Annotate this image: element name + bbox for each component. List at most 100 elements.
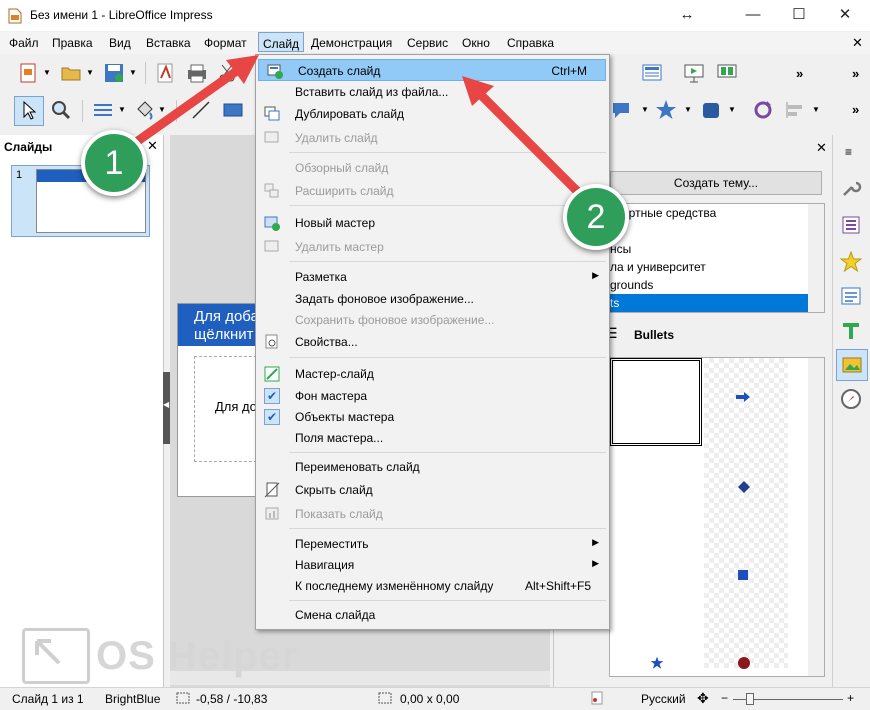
dropdown-arrow-icon[interactable]: ▼ — [641, 105, 649, 114]
menu-item-save-background-image[interactable]: Сохранить фоновое изображение... — [256, 309, 609, 331]
rotate-icon[interactable] — [752, 99, 774, 121]
cut-icon[interactable] — [216, 62, 238, 84]
menu-item-rename-slide[interactable]: Переименовать слайд — [256, 456, 609, 478]
gallery-item-selected[interactable] — [610, 358, 702, 446]
dropdown-arrow-icon[interactable]: ▼ — [86, 68, 94, 77]
window-resize-button[interactable]: ↔ — [664, 0, 710, 31]
navigator-compass-icon[interactable] — [840, 388, 862, 410]
dropdown-arrow-icon[interactable]: ▼ — [728, 105, 736, 114]
zoom-pan-icon[interactable] — [50, 99, 72, 121]
more-tools-chevron-icon[interactable]: » — [852, 102, 859, 117]
status-language[interactable]: Русский — [641, 692, 686, 706]
star-bullet-icon[interactable] — [650, 656, 664, 670]
dropdown-arrow-icon[interactable]: ▼ — [43, 68, 51, 77]
close-panel-button[interactable]: ✕ — [147, 138, 158, 154]
dropdown-arrow-icon[interactable]: ▼ — [129, 68, 137, 77]
menu-slide[interactable]: Слайд — [258, 32, 305, 52]
align-objects-icon[interactable] — [784, 99, 806, 121]
menu-insert[interactable]: Вставка — [146, 36, 191, 50]
menu-view[interactable]: Вид — [109, 36, 131, 50]
theme-list[interactable]: ортные средства ы нсы ла и университет g… — [609, 203, 825, 313]
more-tools-chevron-icon[interactable]: » — [796, 66, 803, 81]
dropdown-arrow-icon[interactable]: ▼ — [812, 105, 820, 114]
menu-item-delete-slide[interactable]: Удалить слайд — [256, 127, 609, 149]
arrow-bullet-icon[interactable] — [736, 392, 750, 402]
menu-item-layout[interactable]: Разметка ▶ — [256, 266, 609, 288]
menu-item-navigation[interactable]: Навигация ▶ — [256, 554, 609, 576]
star-shape-icon[interactable] — [655, 99, 677, 121]
menu-item-new-slide[interactable]: Создать слайд Ctrl+M — [258, 59, 606, 81]
3d-object-icon[interactable] — [700, 99, 722, 121]
zoom-in-button[interactable]: + — [847, 691, 854, 705]
dropdown-arrow-icon[interactable]: ▼ — [684, 105, 692, 114]
select-tool-button[interactable] — [14, 96, 44, 126]
close-document-button[interactable]: ✕ — [852, 35, 863, 51]
theme-list-scrollbar[interactable] — [808, 204, 824, 312]
zoom-out-button[interactable]: − — [721, 691, 728, 705]
menu-item-insert-slide-from-file[interactable]: Вставить слайд из файла... — [256, 81, 609, 103]
print-icon[interactable] — [186, 62, 208, 84]
theme-item[interactable]: ортные средства — [622, 206, 716, 220]
maximize-button[interactable]: ☐ — [776, 0, 822, 31]
menu-item-master-fields[interactable]: Поля мастера... — [256, 427, 609, 449]
zoom-slider-thumb[interactable] — [746, 693, 754, 705]
dropdown-arrow-icon[interactable]: ▼ — [118, 105, 126, 114]
menu-item-master-background[interactable]: ✔ Фон мастера — [256, 385, 609, 407]
menu-item-new-master[interactable]: Новый мастер — [256, 212, 609, 234]
menu-item-show-slide[interactable]: Показать слайд — [256, 503, 609, 525]
slide-transition-icon[interactable] — [840, 214, 862, 236]
line-tool-icon[interactable] — [190, 99, 212, 121]
menu-item-summary-slide[interactable]: Обзорный слайд — [256, 157, 609, 179]
fit-slide-icon[interactable]: ✥ — [697, 690, 709, 707]
square-bullet-icon[interactable] — [738, 570, 748, 580]
menu-format[interactable]: Формат — [204, 36, 247, 50]
menu-item-master-slide[interactable]: Мастер-слайд — [256, 363, 609, 385]
menu-item-last-edited-slide[interactable]: К последнему изменённому слайду Alt+Shif… — [256, 575, 609, 597]
callout-tool-icon[interactable] — [610, 99, 632, 121]
menu-window[interactable]: Окно — [462, 36, 490, 50]
theme-item[interactable]: grounds — [610, 278, 653, 292]
menu-item-move[interactable]: Переместить ▶ — [256, 533, 609, 555]
theme-item[interactable]: ла и университет — [610, 260, 706, 274]
slideshow-current-icon[interactable] — [716, 62, 738, 84]
menu-edit[interactable]: Правка — [52, 36, 93, 50]
animation-icon[interactable] — [840, 285, 862, 307]
new-document-icon[interactable] — [18, 62, 40, 84]
styles-icon[interactable] — [840, 320, 862, 342]
properties-wrench-icon[interactable] — [840, 177, 862, 199]
minimize-button[interactable]: — — [730, 0, 776, 31]
export-pdf-icon[interactable] — [155, 62, 177, 84]
theme-item-selected[interactable]: ts — [610, 294, 808, 312]
create-theme-button[interactable]: Создать тему... — [610, 171, 822, 195]
line-style-icon[interactable] — [92, 99, 114, 121]
close-window-button[interactable]: ✕ — [822, 0, 868, 31]
menu-item-hide-slide[interactable]: Скрыть слайд — [256, 479, 609, 501]
menu-item-expand-slide[interactable]: Расширить слайд — [256, 180, 609, 202]
gallery-deck-button[interactable] — [836, 349, 868, 381]
menu-tools[interactable]: Сервис — [407, 36, 448, 50]
master-slides-star-icon[interactable] — [840, 251, 862, 273]
menu-item-delete-master[interactable]: Удалить мастер — [256, 236, 609, 258]
menu-slideshow[interactable]: Демонстрация — [311, 36, 392, 50]
menu-item-properties[interactable]: Свойства... — [256, 331, 609, 353]
panel-collapse-handle[interactable]: ◀ — [163, 372, 170, 444]
fill-bucket-icon[interactable] — [134, 99, 156, 121]
display-views-icon[interactable] — [641, 62, 663, 84]
menu-item-slide-transition[interactable]: Смена слайда — [256, 604, 609, 626]
rectangle-tool-icon[interactable] — [222, 99, 244, 121]
menu-file[interactable]: Файл — [9, 36, 39, 50]
start-slideshow-icon[interactable] — [683, 62, 705, 84]
gallery-scrollbar[interactable] — [808, 358, 824, 676]
more-tools-chevron-icon[interactable]: » — [852, 66, 859, 81]
menu-item-master-objects[interactable]: ✔ Объекты мастера — [256, 406, 609, 428]
menu-help[interactable]: Справка — [507, 36, 554, 50]
gallery-preview[interactable] — [609, 357, 825, 677]
sphere-bullet-icon[interactable] — [737, 656, 751, 670]
diamond-bullet-icon[interactable] — [738, 481, 750, 493]
save-icon[interactable] — [103, 62, 125, 84]
menu-item-duplicate-slide[interactable]: Дублировать слайд — [256, 103, 609, 125]
close-gallery-button[interactable]: ✕ — [816, 140, 827, 156]
dropdown-arrow-icon[interactable]: ▼ — [158, 105, 166, 114]
sidebar-menu-icon[interactable]: ≡ — [845, 145, 852, 159]
menu-item-set-background-image[interactable]: Задать фоновое изображение... — [256, 288, 609, 310]
